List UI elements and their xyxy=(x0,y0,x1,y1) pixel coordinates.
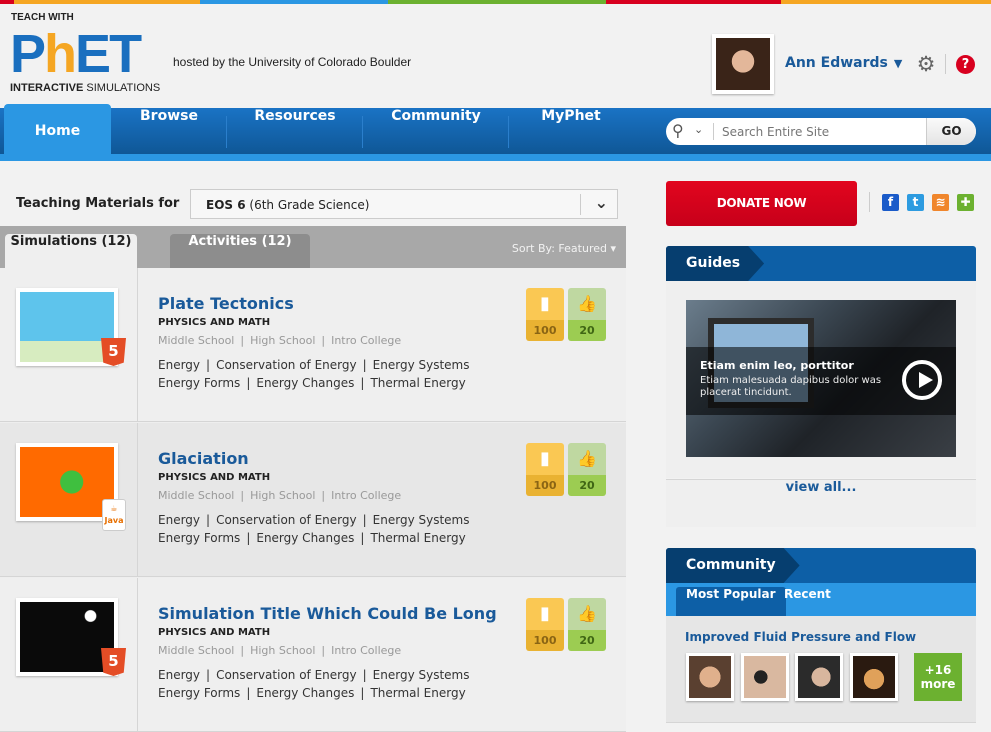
nav-divider xyxy=(362,116,363,148)
share-icon[interactable]: ✚ xyxy=(957,194,974,211)
nav-resources[interactable]: Resources xyxy=(228,108,362,154)
search-input[interactable] xyxy=(722,118,922,145)
search-go-button[interactable]: GO xyxy=(926,118,976,145)
logo-teach-with: TEACH WITH xyxy=(11,12,74,23)
nav-underline xyxy=(0,154,991,161)
header-divider xyxy=(945,54,946,74)
hosted-by-text: hosted by the University of Colorado Bou… xyxy=(173,55,412,69)
tab-most-popular[interactable]: Most Popular xyxy=(676,587,786,616)
user-name: Ann Edwards xyxy=(785,55,888,71)
html5-badge-icon: 5 xyxy=(101,338,126,366)
simulation-title[interactable]: Plate Tectonics xyxy=(158,294,294,313)
materials-tabs: Simulations (12) Activities (12) Sort By… xyxy=(0,226,626,268)
simulation-title[interactable]: Glaciation xyxy=(158,449,249,468)
community-panel: Improved Fluid Pressure and Flow +16 more xyxy=(666,616,976,723)
like-button[interactable]: 👍 20 xyxy=(568,288,606,341)
simulation-row: ☕ Java Glaciation PHYSICS AND MATH Middle… xyxy=(0,423,626,577)
simulation-levels: Middle School | High School | Intro College xyxy=(158,644,402,657)
contributor-avatar[interactable] xyxy=(850,653,898,701)
chevron-down-icon: ⌄ xyxy=(594,193,608,212)
nav-divider xyxy=(508,116,509,148)
teaching-materials-label: Teaching Materials for xyxy=(16,196,180,211)
simulation-category: PHYSICS AND MATH xyxy=(158,472,271,483)
community-title: Community xyxy=(666,548,800,583)
view-all-link[interactable]: view all... xyxy=(666,479,976,527)
chevron-down-icon: ▼ xyxy=(893,57,903,70)
thumbs-up-icon: 👍 xyxy=(568,598,606,630)
contributor-avatar[interactable] xyxy=(741,653,789,701)
guides-header: Guides xyxy=(666,246,976,281)
thumbs-up-icon: 👍 xyxy=(568,288,606,320)
community-header: Community xyxy=(666,548,976,583)
favorite-button[interactable]: ▮ 100 xyxy=(526,443,564,496)
simulation-topics: Energy | Conservation of Energy | Energy Sys… xyxy=(158,668,470,700)
site-header: TEACH WITH PhET INTERACTIVE SIMULATIONS … xyxy=(0,4,991,108)
nav-myphet[interactable]: MyPhet xyxy=(510,108,632,154)
more-contributors-button[interactable]: +16 more xyxy=(914,653,962,701)
search-scope-chevron-icon[interactable]: ⌄ xyxy=(694,123,703,136)
play-icon[interactable] xyxy=(902,360,942,400)
favorite-count: 100 xyxy=(526,475,564,496)
favorite-count: 100 xyxy=(526,320,564,341)
favorite-button[interactable]: ▮ 100 xyxy=(526,288,564,341)
like-button[interactable]: 👍 20 xyxy=(568,443,606,496)
contributor-avatar[interactable] xyxy=(686,653,734,701)
tab-simulations[interactable]: Simulations (12) xyxy=(5,234,137,268)
video-title: Etiam enim leo, porttitor xyxy=(700,359,854,372)
simulation-levels: Middle School | High School | Intro College xyxy=(158,489,402,502)
tab-activities[interactable]: Activities (12) xyxy=(170,234,310,268)
phet-logo[interactable]: TEACH WITH PhET INTERACTIVE SIMULATIONS xyxy=(10,12,160,96)
contributor-avatar[interactable] xyxy=(795,653,843,701)
rss-icon[interactable]: ≋ xyxy=(932,194,949,211)
simulation-row: 5 Simulation Title Which Could Be Long P… xyxy=(0,578,626,732)
like-count: 20 xyxy=(568,320,606,341)
gear-icon[interactable]: ⚙ xyxy=(916,54,936,75)
community-tabs: Most Popular Recent xyxy=(666,583,976,616)
java-badge-icon: ☕ Java xyxy=(102,499,126,531)
simulation-levels: Middle School | High School | Intro College xyxy=(158,334,402,347)
simulation-row: 5 Plate Tectonics PHYSICS AND MATH Middl… xyxy=(0,268,626,422)
like-count: 20 xyxy=(568,475,606,496)
guide-video[interactable]: Etiam enim leo, porttitor Etiam malesuad… xyxy=(686,300,956,457)
simulation-category: PHYSICS AND MATH xyxy=(158,317,271,328)
course-select[interactable]: EOS 6 (6th Grade Science) ⌄ xyxy=(190,189,618,219)
nav-community[interactable]: Community xyxy=(364,108,508,154)
donate-button[interactable]: DONATE NOW xyxy=(666,181,857,226)
sort-by-dropdown[interactable]: Sort By: Featured ▾ xyxy=(512,242,616,255)
video-description: Etiam malesuada dapibus dolor was placer… xyxy=(700,375,882,398)
guides-title: Guides xyxy=(666,246,764,281)
html5-badge-icon: 5 xyxy=(101,648,126,676)
user-menu[interactable]: Ann Edwards ▼ xyxy=(785,55,902,71)
facebook-icon[interactable]: f xyxy=(882,194,899,211)
teaching-materials-panel: Teaching Materials for EOS 6 (6th Grade … xyxy=(0,181,626,732)
like-count: 20 xyxy=(568,630,606,651)
twitter-icon[interactable]: t xyxy=(907,194,924,211)
search-icon[interactable]: ⚲ xyxy=(672,121,684,140)
bookmark-icon: ▮ xyxy=(526,443,564,475)
user-avatar[interactable] xyxy=(712,34,774,94)
like-button[interactable]: 👍 20 xyxy=(568,598,606,651)
simulation-topics: Energy | Conservation of Energy | Energy Sys… xyxy=(158,358,470,390)
thumbs-up-icon: 👍 xyxy=(568,443,606,475)
nav-divider xyxy=(226,116,227,148)
teaching-materials-bar: Teaching Materials for EOS 6 (6th Grade … xyxy=(0,181,626,226)
simulation-category: PHYSICS AND MATH xyxy=(158,627,271,638)
logo-tagline: INTERACTIVE SIMULATIONS xyxy=(10,82,161,94)
favorite-count: 100 xyxy=(526,630,564,651)
favorite-button[interactable]: ▮ 100 xyxy=(526,598,564,651)
community-item-title[interactable]: Improved Fluid Pressure and Flow xyxy=(685,630,916,644)
course-description: (6th Grade Science) xyxy=(245,198,370,212)
bookmark-icon: ▮ xyxy=(526,288,564,320)
simulation-topics: Energy | Conservation of Energy | Energy Sys… xyxy=(158,513,470,545)
help-icon[interactable]: ? xyxy=(956,55,975,74)
nav-home[interactable]: Home xyxy=(4,104,111,154)
course-code: EOS 6 xyxy=(206,198,246,212)
nav-browse[interactable]: Browse xyxy=(112,108,226,154)
tab-recent[interactable]: Recent xyxy=(774,587,841,616)
logo-wordmark: PhET xyxy=(10,24,142,84)
site-search: ⚲ ⌄ GO xyxy=(666,118,976,145)
simulation-title[interactable]: Simulation Title Which Could Be Long xyxy=(158,604,497,623)
bookmark-icon: ▮ xyxy=(526,598,564,630)
